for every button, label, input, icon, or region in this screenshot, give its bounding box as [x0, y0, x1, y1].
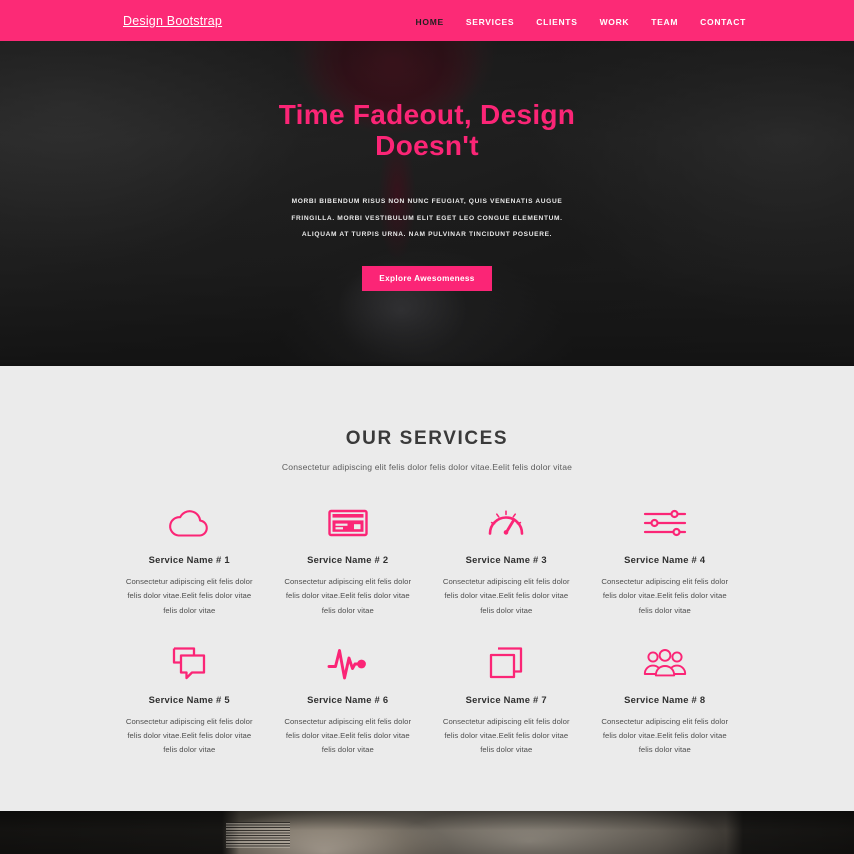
service-description-1: Consectetur adipiscing elit felis dolor … [125, 577, 253, 615]
hero-content: Time Fadeout, Design Doesn't Morbi biben… [0, 41, 854, 292]
photo-strip-background-image [0, 811, 854, 854]
service-card-6[interactable]: Service Name # 6 Consectetur adipiscing … [269, 640, 428, 758]
speedometer-icon [433, 500, 580, 546]
nav-link-clients[interactable]: CLIENTS [536, 17, 577, 27]
services-title: OUR SERVICES [345, 428, 509, 449]
service-card-8[interactable]: Service Name # 8 Consectetur adipiscing … [586, 640, 745, 758]
service-name-6: Service Name # 6 [307, 693, 389, 705]
service-description-5: Consectetur adipiscing elit felis dolor … [125, 716, 253, 755]
service-description-7: Consectetur adipiscing elit felis dolor … [442, 716, 570, 755]
nav-item-clients[interactable]: CLIENTS [536, 12, 577, 30]
hero-title: Time Fadeout, Design Doesn't [278, 99, 576, 162]
service-name-2: Service Name # 2 [307, 554, 389, 565]
services-section: OUR SERVICES Consectetur adipiscing elit… [0, 366, 854, 811]
nav-link-services[interactable]: SERVICES [466, 17, 514, 27]
services-subtitle: Consectetur adipiscing elit felis dolor … [281, 462, 573, 472]
nav-link-home[interactable]: HOME [416, 17, 444, 27]
top-navbar: Design Bootstrap HOME SERVICES CLIENTS W… [0, 0, 854, 41]
nav-item-contact[interactable]: CONTACT [700, 12, 746, 30]
service-card-2[interactable]: Service Name # 2 Consectetur adipiscing … [269, 500, 428, 618]
nav-link-contact[interactable]: CONTACT [700, 17, 746, 27]
service-description-8: Consectetur adipiscing elit felis dolor … [601, 716, 729, 755]
service-card-4[interactable]: Service Name # 4 Consectetur adipiscing … [586, 500, 745, 618]
nav-link-work[interactable]: WORK [600, 17, 630, 27]
pulse-icon [275, 640, 422, 686]
service-name-1: Service Name # 1 [148, 554, 230, 565]
service-name-3: Service Name # 3 [465, 554, 547, 565]
next-section-photo-strip [0, 811, 854, 854]
sliders-icon [592, 500, 739, 546]
service-card-3[interactable]: Service Name # 3 Consectetur adipiscing … [427, 500, 586, 618]
service-card-5[interactable]: Service Name # 5 Consectetur adipiscing … [110, 640, 269, 758]
service-name-4: Service Name # 4 [624, 554, 706, 565]
nav-link-team[interactable]: TEAM [651, 17, 678, 27]
nav-item-team[interactable]: TEAM [651, 12, 678, 30]
nav-item-home[interactable]: HOME [416, 12, 444, 30]
hero-subtitle: Morbi bibendum risus non nunc feugiat, q… [291, 197, 563, 239]
nav-menu: HOME SERVICES CLIENTS WORK TEAM CONTACT [416, 12, 746, 30]
service-name-8: Service Name # 8 [624, 693, 706, 705]
service-description-4: Consectetur adipiscing elit felis dolor … [601, 577, 729, 615]
credit-card-icon [275, 500, 422, 546]
service-card-1[interactable]: Service Name # 1 Consectetur adipiscing … [110, 500, 269, 618]
service-name-5: Service Name # 5 [148, 693, 230, 705]
nav-item-work[interactable]: WORK [600, 12, 630, 30]
nav-item-services[interactable]: SERVICES [466, 12, 514, 30]
service-description-6: Consectetur adipiscing elit felis dolor … [284, 716, 412, 755]
service-card-7[interactable]: Service Name # 7 Consectetur adipiscing … [427, 640, 586, 758]
cloud-icon [116, 500, 263, 546]
team-group-icon [592, 640, 739, 686]
layers-icon [433, 640, 580, 686]
explore-awesomeness-button[interactable]: Explore Awesomeness [362, 266, 492, 292]
services-grid: Service Name # 1 Consectetur adipiscing … [0, 500, 854, 758]
service-name-7: Service Name # 7 [465, 693, 547, 705]
photo-strip-texture-detail [226, 822, 290, 848]
service-description-3: Consectetur adipiscing elit felis dolor … [442, 577, 570, 615]
hero-section: Time Fadeout, Design Doesn't Morbi biben… [0, 41, 854, 366]
chat-bubbles-icon [116, 640, 263, 686]
service-description-2: Consectetur adipiscing elit felis dolor … [284, 577, 412, 615]
brand-logo[interactable]: Design Bootstrap [123, 14, 222, 28]
